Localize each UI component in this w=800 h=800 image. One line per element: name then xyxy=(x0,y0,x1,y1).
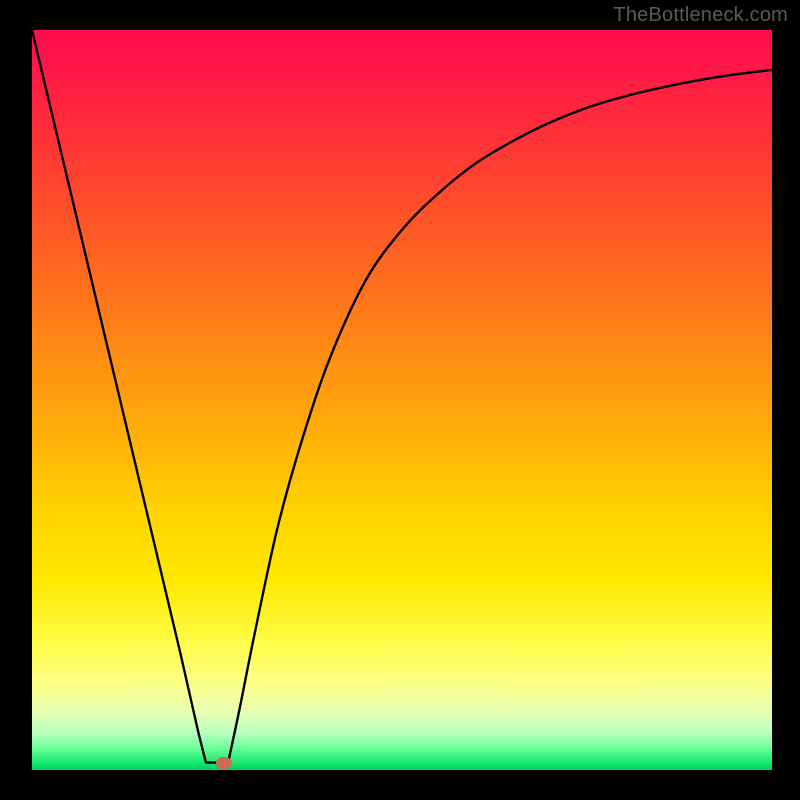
minimum-marker xyxy=(216,757,232,769)
chart-frame: TheBottleneck.com xyxy=(0,0,800,800)
watermark-text: TheBottleneck.com xyxy=(613,4,788,27)
curve-layer xyxy=(32,30,772,770)
bottleneck-curve xyxy=(32,30,772,766)
